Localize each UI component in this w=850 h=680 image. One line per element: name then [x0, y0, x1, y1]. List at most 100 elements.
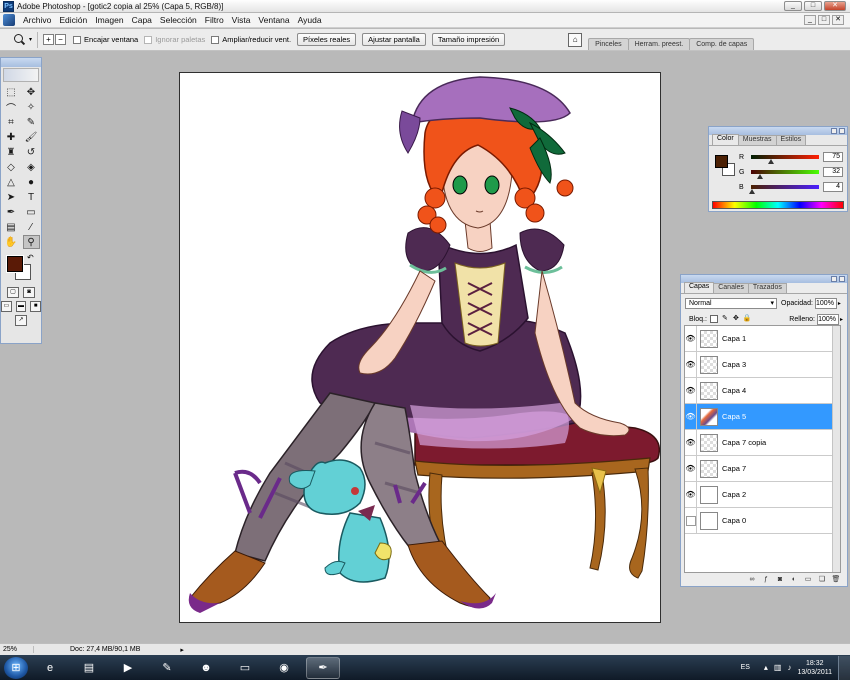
- layer-row[interactable]: 👁 Capa 7 copia: [685, 429, 840, 456]
- blend-mode-select[interactable]: Normal: [685, 297, 777, 309]
- tab-paths[interactable]: Trazados: [747, 283, 787, 293]
- fit-window-checkbox[interactable]: Encajar ventana: [73, 35, 138, 44]
- pen-icon[interactable]: ✒: [3, 205, 20, 219]
- maximize-button[interactable]: □: [804, 1, 822, 11]
- palette-minimize-icon[interactable]: [831, 128, 837, 134]
- media-player-taskbar-icon[interactable]: ▶: [111, 657, 145, 679]
- photoshop-taskbar-icon[interactable]: ✒: [306, 656, 340, 679]
- zoom-preset-icon[interactable]: [13, 33, 27, 47]
- red-track[interactable]: [751, 155, 819, 164]
- move-icon[interactable]: ✥: [23, 85, 40, 99]
- menu-filtro[interactable]: Filtro: [201, 15, 228, 25]
- screen-mode-standard-icon[interactable]: ▭: [1, 301, 12, 312]
- status-menu-icon[interactable]: ▸: [180, 646, 184, 654]
- visibility-eye-icon[interactable]: 👁: [685, 377, 697, 404]
- lock-position-icon[interactable]: ✥: [732, 315, 740, 323]
- blue-thumb[interactable]: [749, 189, 756, 194]
- opacity-input[interactable]: 100%: [814, 297, 837, 309]
- minimize-button[interactable]: _: [784, 1, 802, 11]
- zoom-tool-icon[interactable]: ⚲: [22, 235, 40, 249]
- network-icon[interactable]: ▥: [774, 663, 782, 672]
- ie-taskbar-icon[interactable]: e: [33, 657, 67, 679]
- palette-close-icon[interactable]: [839, 276, 845, 282]
- doc-restore-button[interactable]: □: [818, 15, 830, 25]
- show-desktop-button[interactable]: [838, 655, 850, 680]
- document-canvas[interactable]: [179, 72, 661, 623]
- opacity-arrow-icon[interactable]: ▸: [838, 300, 841, 307]
- visibility-eye-icon[interactable]: 👁: [685, 481, 697, 508]
- zoom-out-button[interactable]: −: [55, 34, 67, 45]
- lasso-icon[interactable]: ⌒: [3, 100, 20, 115]
- menu-edicion[interactable]: Edición: [55, 15, 91, 25]
- eraser-icon[interactable]: ◇: [3, 160, 20, 174]
- menu-capa[interactable]: Capa: [128, 15, 156, 25]
- fill-arrow-icon[interactable]: ▸: [840, 316, 843, 323]
- visibility-eye-icon[interactable]: 👁: [685, 455, 697, 482]
- visibility-eye-icon[interactable]: 👁: [685, 325, 697, 352]
- foreground-color-swatch[interactable]: [6, 255, 24, 273]
- layer-row[interactable]: 👁 Capa 3: [685, 351, 840, 378]
- adobe-online-icon[interactable]: [3, 68, 39, 82]
- menu-archivo[interactable]: Archivo: [19, 15, 55, 25]
- visibility-eye-icon[interactable]: 👁: [685, 351, 697, 378]
- brush-icon[interactable]: 🖌: [23, 130, 40, 144]
- blue-value[interactable]: 4: [823, 182, 843, 192]
- layer-row[interactable]: 👁 Capa 4: [685, 377, 840, 404]
- green-track[interactable]: [751, 170, 819, 179]
- resize-windows-checkbox[interactable]: Ampliar/reducir vent.: [211, 35, 291, 44]
- green-thumb[interactable]: [756, 174, 763, 179]
- palette-minimize-icon[interactable]: [831, 276, 837, 282]
- delete-layer-icon[interactable]: 🗑: [831, 575, 841, 584]
- volume-icon[interactable]: ♪: [787, 663, 791, 672]
- blue-track[interactable]: [749, 185, 819, 194]
- document-menu-icon[interactable]: [3, 14, 15, 26]
- start-button[interactable]: ⊞: [4, 656, 28, 679]
- lock-pixels-icon[interactable]: ✎: [721, 315, 729, 323]
- magic-wand-icon[interactable]: ✧: [23, 100, 40, 114]
- menu-ventana[interactable]: Ventana: [254, 15, 293, 25]
- app-taskbar-icon[interactable]: ▭: [228, 657, 262, 679]
- dodge-icon[interactable]: ●: [23, 175, 40, 189]
- language-indicator[interactable]: ES: [741, 664, 750, 671]
- layer-row[interactable]: 👁 Capa 5: [685, 403, 840, 430]
- tab-styles[interactable]: Estilos: [775, 135, 807, 145]
- checkbox-box[interactable]: [211, 35, 220, 44]
- shape-icon[interactable]: ▭: [23, 205, 40, 219]
- color-ramp[interactable]: [712, 201, 844, 209]
- file-browser-icon[interactable]: ⌂: [568, 32, 583, 47]
- lock-transparency-icon[interactable]: [709, 315, 718, 323]
- blur-icon[interactable]: △: [3, 175, 20, 189]
- layer-row[interactable]: 👁 Capa 1: [685, 325, 840, 352]
- actual-pixels-button[interactable]: Píxeles reales: [297, 33, 357, 46]
- visibility-eye-icon[interactable]: [685, 507, 697, 534]
- doc-close-button[interactable]: ✕: [832, 15, 844, 25]
- red-value[interactable]: 75: [823, 152, 843, 162]
- quick-mask-icon[interactable]: ◙: [23, 287, 35, 298]
- tab-color[interactable]: Color: [712, 134, 739, 145]
- eyedropper-icon[interactable]: ⁄: [23, 220, 40, 234]
- history-brush-icon[interactable]: ↺: [23, 145, 40, 159]
- new-layer-icon[interactable]: ❏: [817, 575, 827, 584]
- visibility-eye-icon[interactable]: 👁: [685, 403, 697, 430]
- swap-colors-icon[interactable]: ↶: [27, 253, 34, 262]
- notes-icon[interactable]: ▤: [3, 220, 20, 234]
- tool-taskbar-icon[interactable]: ✎: [150, 657, 184, 679]
- tab-layers[interactable]: Capas: [684, 282, 715, 293]
- clone-stamp-icon[interactable]: ♜: [3, 145, 20, 159]
- adjustment-layer-icon[interactable]: ◐: [789, 575, 799, 584]
- imageready-jump-icon[interactable]: ↗: [15, 315, 27, 326]
- link-layers-icon[interactable]: ∞: [747, 575, 757, 584]
- paint-bucket-icon[interactable]: ◈: [23, 160, 40, 174]
- fit-screen-button[interactable]: Ajustar pantalla: [362, 33, 426, 46]
- menu-seleccion[interactable]: Selección: [156, 15, 201, 25]
- explorer-taskbar-icon[interactable]: ▤: [72, 657, 106, 679]
- crop-icon[interactable]: ⌗: [3, 115, 20, 129]
- menu-imagen[interactable]: Imagen: [91, 15, 127, 25]
- clock[interactable]: 18:32 13/03/2011: [797, 659, 832, 677]
- menu-vista[interactable]: Vista: [228, 15, 255, 25]
- layer-row[interactable]: Capa 0: [685, 507, 840, 534]
- standard-mode-icon[interactable]: ▢: [7, 287, 19, 298]
- healing-brush-icon[interactable]: ✚: [3, 130, 20, 144]
- zoom-in-button[interactable]: +: [43, 34, 55, 45]
- messenger-taskbar-icon[interactable]: ☻: [189, 657, 223, 679]
